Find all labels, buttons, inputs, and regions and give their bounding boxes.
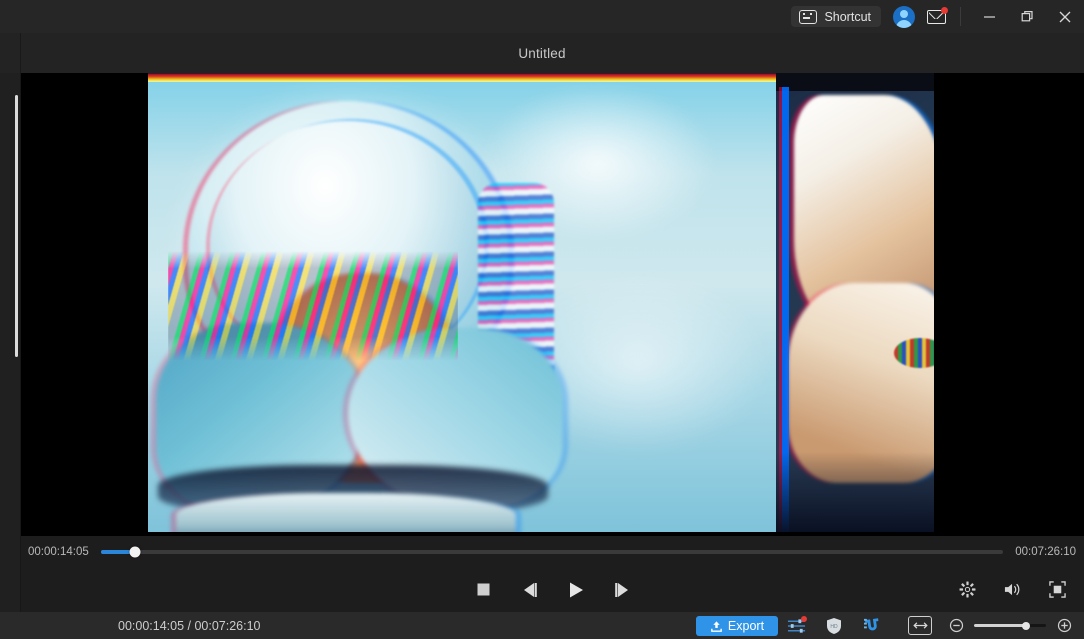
svg-text:HD: HD — [830, 624, 838, 630]
status-bar: 00:00:14:05 / 00:07:26:10 Export HD — [0, 612, 1084, 639]
shortcut-button[interactable]: Shortcut — [791, 6, 881, 27]
shield-icon[interactable]: HD — [824, 616, 844, 636]
tabbar-divider — [20, 33, 21, 73]
zoom-out-icon[interactable] — [946, 616, 966, 636]
bottom-tool-icons: HD — [786, 612, 882, 639]
upload-icon — [711, 620, 722, 632]
keyboard-icon — [799, 9, 818, 24]
fullscreen-icon[interactable] — [1044, 577, 1070, 603]
zoom-slider-handle[interactable] — [1021, 621, 1030, 630]
current-timecode: 00:00:14:05 — [28, 545, 89, 558]
mixer-icon[interactable] — [786, 615, 807, 636]
magnet-icon[interactable] — [862, 616, 882, 636]
export-button-label: Export — [727, 619, 765, 633]
speaker-icon[interactable] — [999, 577, 1025, 603]
video-collar — [176, 493, 516, 532]
play-button[interactable] — [563, 577, 589, 603]
gear-icon[interactable] — [954, 577, 980, 603]
zoom-slider[interactable] — [974, 621, 1046, 630]
stop-button[interactable] — [471, 577, 497, 603]
vertical-scrollbar[interactable] — [15, 95, 18, 357]
export-button[interactable]: Export — [696, 616, 778, 636]
zoom-in-icon[interactable] — [1054, 616, 1074, 636]
video-editor-window: Shortcut Untitled 00:00:14:05 00:07:26:1… — [0, 0, 1084, 639]
minimize-icon[interactable] — [970, 0, 1008, 33]
playhead-handle[interactable] — [129, 546, 141, 557]
document-tab-bar: Untitled — [0, 33, 1084, 73]
zoom-controls — [908, 612, 1074, 639]
page-title: Untitled — [518, 45, 566, 61]
zoom-slider-fill — [974, 624, 1026, 627]
fit-to-width-icon[interactable] — [908, 616, 932, 635]
titlebar-divider — [960, 7, 961, 26]
video-preview[interactable] — [148, 73, 962, 532]
playhead-slider[interactable] — [100, 546, 1004, 557]
user-avatar-icon[interactable] — [893, 5, 915, 28]
transport-bar — [21, 567, 1084, 612]
status-timecode: 00:00:14:05 / 00:07:26:10 — [118, 618, 261, 633]
video-glitch-bars — [168, 251, 458, 361]
seek-bar: 00:00:14:05 00:07:26:10 — [21, 536, 1084, 567]
window-title-bar: Shortcut — [0, 0, 1084, 33]
total-timecode: 00:07:26:10 — [1015, 545, 1076, 558]
mail-icon[interactable] — [926, 6, 948, 28]
restore-icon[interactable] — [1008, 0, 1046, 33]
video-right-letterbox — [934, 73, 962, 532]
close-icon[interactable] — [1046, 0, 1084, 33]
previous-frame-button[interactable] — [517, 577, 543, 603]
preview-stage — [21, 73, 1084, 536]
mixer-badge — [801, 615, 807, 622]
next-frame-button[interactable] — [609, 577, 635, 603]
shortcut-button-label: Shortcut — [824, 9, 871, 24]
mail-badge — [941, 6, 948, 14]
